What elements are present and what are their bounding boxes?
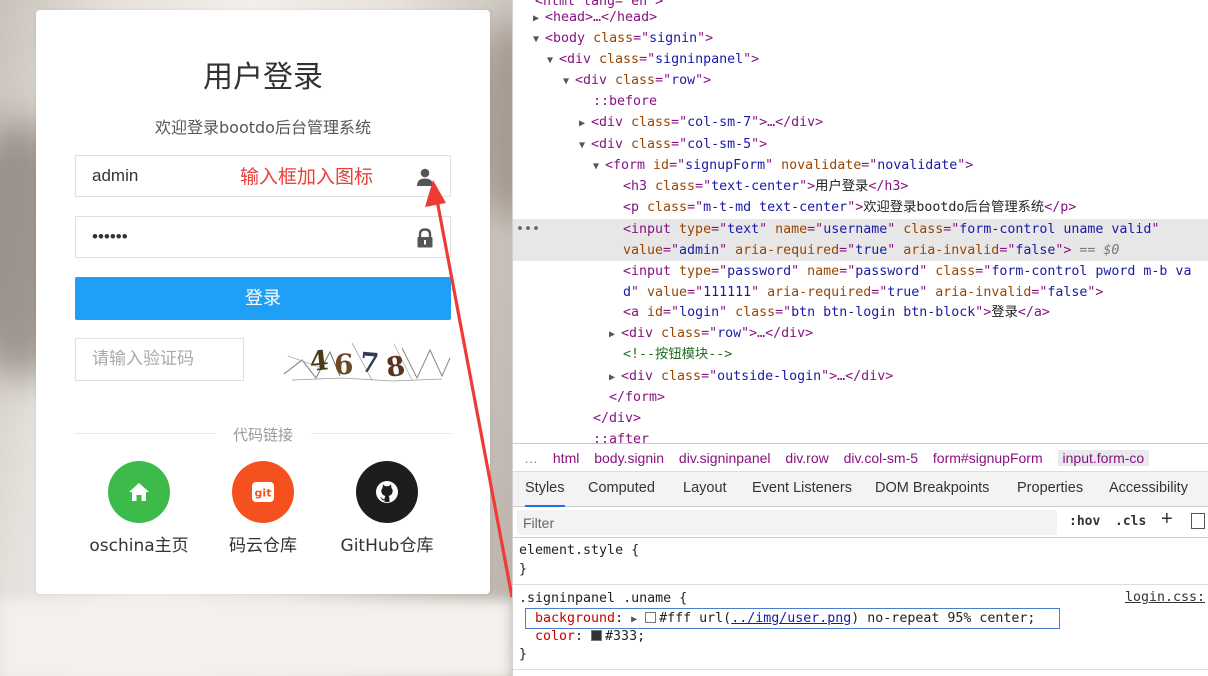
github-circle [356,461,418,523]
username-value: admin [92,166,139,185]
signin-panel: 用户登录 欢迎登录bootdo后台管理系统 admin 输入框加入图标 ••••… [36,10,490,594]
breadcrumb-input[interactable]: input.form-co [1057,450,1150,466]
github-icon [376,481,398,503]
dom-line-a-login[interactable]: <a id="login" class="btn btn-login btn-b… [513,302,1208,323]
breadcrumb-col[interactable]: div.col-sm-5 [844,450,918,466]
svg-text:6: 6 [334,348,353,381]
element-style-rule[interactable]: element.style { [519,541,639,560]
captcha-input[interactable]: 请输入验证码 [75,338,244,381]
breadcrumb: … html body.signin div.signinpanel div.r… [513,443,1208,472]
styles-pane: element.style { } .signinpanel .uname { … [513,538,1208,676]
captcha-text: 4 6 7 8 [308,345,407,384]
elements-tree: <html lang="en"> ▶ <head>…</head> ▼ <body … [513,0,1208,443]
gitee-circle: git [232,461,294,523]
dom-line-body[interactable]: ▼ <body class="signin"> [513,28,1208,49]
subtitle: 欢迎登录bootdo后台管理系统 [155,118,371,137]
page-title: 用户登录 [203,60,323,95]
breadcrumb-signinpanel[interactable]: div.signinpanel [679,450,771,466]
styles-tabbar: Styles Computed Layout Event Listeners D… [513,472,1208,507]
annotation-text: 输入框加入图标 [240,166,374,188]
tab-dom-breakpoints[interactable]: DOM Breakpoints [875,472,989,505]
dom-line-div-row2[interactable]: ▶ <div class="row">…</div> [513,323,1208,344]
dom-line-signinpanel[interactable]: ▼ <div class="signinpanel"> [513,49,1208,70]
tab-computed[interactable]: Computed [588,472,655,505]
home-icon [129,483,149,501]
user-png-link[interactable]: ../img/user.png [731,611,851,626]
tab-layout[interactable]: Layout [683,472,727,505]
svg-text:4: 4 [308,345,330,378]
git-icon: git [252,482,274,502]
dom-line-comment[interactable]: <!--按钮模块--> [513,344,1208,365]
dom-line-h3[interactable]: <h3 class="text-center">用户登录</h3> [513,176,1208,197]
element-style-close: } [519,562,528,577]
sidebar-toggle-icon[interactable] [1191,513,1205,529]
code-links-divider: 代码链接 [75,422,451,444]
svg-text:git: git [255,487,272,500]
oschina-circle [108,461,170,523]
tab-event-listeners[interactable]: Event Listeners [752,472,852,505]
tab-accessibility[interactable]: Accessibility [1109,472,1188,505]
breadcrumb-more[interactable]: … [524,450,538,466]
svg-text:8: 8 [384,351,407,384]
gitee-label: 码云仓库 [229,536,297,556]
dark-swatch [591,630,603,641]
tab-styles[interactable]: Styles [525,472,565,507]
uname-rule-close: } [519,647,528,662]
dom-line-row[interactable]: ▼ <div class="row"> [513,70,1208,91]
divider-text: 代码链接 [232,426,293,444]
white-swatch [645,612,657,623]
captcha-image[interactable]: 4 6 7 8 [282,338,452,384]
dom-line-col7[interactable]: ▶ <div class="col-sm-7">…</div> [513,112,1208,133]
dom-line-form[interactable]: ▼ <form id="signupForm" novalidate="noval… [513,155,1208,176]
github-label: GitHub仓库 [340,536,434,556]
rule-source-link[interactable]: login.css: [1125,590,1205,605]
styles-filter-bar: Filter :hov .cls + [513,507,1208,538]
color-declaration[interactable]: color: #333; [535,627,645,646]
tab-properties[interactable]: Properties [1017,472,1083,505]
oschina-link[interactable]: oschina主页 [74,461,204,556]
login-button[interactable]: 登录 [75,277,451,320]
filter-placeholder: Filter [523,515,555,531]
dom-line-col5[interactable]: ▼ <div class="col-sm-5"> [513,134,1208,155]
dom-line-form-close[interactable]: </form> [513,387,1208,408]
github-link[interactable]: GitHub仓库 [322,461,452,556]
dom-line-input-username[interactable]: ••• <input type="text" name="username" c… [513,219,1208,261]
devtools-panel: <html lang="en"> ▶ <head>…</head> ▼ <body … [512,0,1208,676]
breadcrumb-row[interactable]: div.row [785,450,828,466]
filter-input[interactable]: Filter [517,510,1057,535]
breadcrumb-form[interactable]: form#signupForm [933,450,1043,466]
dom-line-head[interactable]: ▶ <head>…</head> [513,7,1208,28]
hov-toggle[interactable]: :hov [1069,514,1100,529]
captcha-placeholder: 请输入验证码 [92,349,194,369]
password-value: •••••• [92,227,128,246]
oschina-label: oschina主页 [89,536,189,556]
uname-rule-selector[interactable]: .signinpanel .uname { [519,589,687,608]
new-rule-button[interactable]: + [1161,508,1173,531]
breadcrumb-html[interactable]: html [553,450,579,466]
background-declaration[interactable]: background: ▶ #fff url(../img/user.png) … [535,609,1035,629]
svg-text:7: 7 [359,347,380,380]
dom-line-outside-login[interactable]: ▶ <div class="outside-login">…</div> [513,366,1208,387]
dom-line-input-password[interactable]: <input type="password" name="password" c… [513,261,1208,303]
password-input[interactable]: •••••• [75,216,451,258]
cls-toggle[interactable]: .cls [1115,514,1146,529]
dom-line-p[interactable]: <p class="m-t-md text-center">欢迎登录bootdo… [513,197,1208,218]
gitee-link[interactable]: git 码云仓库 [198,461,328,556]
dom-line-before[interactable]: ::before [513,91,1208,112]
user-icon [417,168,433,186]
breadcrumb-body[interactable]: body.signin [594,450,664,466]
lock-icon [417,228,433,248]
dom-line-div-close[interactable]: </div> [513,408,1208,429]
dom-line-after[interactable]: ::after [513,429,1208,443]
